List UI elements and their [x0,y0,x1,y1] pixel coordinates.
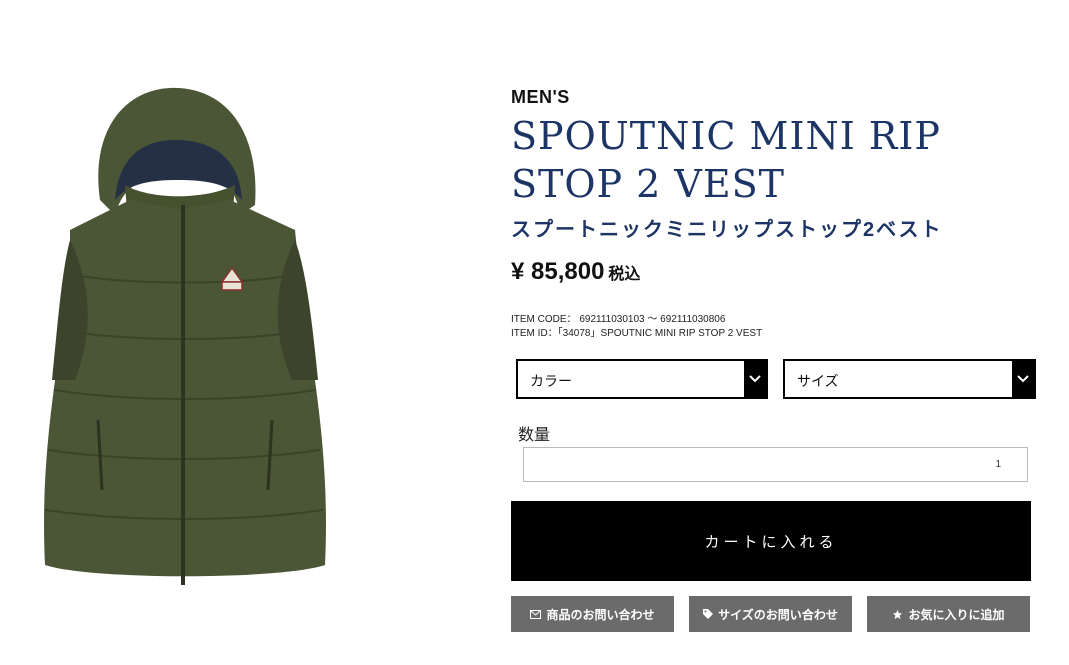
size-select-label: サイズ [797,373,839,389]
product-inquiry-label: 商品のお問い合わせ [546,607,655,622]
product-info: MEN'S SPOUTNIC MINI RIP STOP 2 VEST スプート… [511,0,1041,665]
chevron-down-icon [1012,361,1034,397]
envelope-icon [530,609,542,619]
product-title-ja: スプートニックミニリップストップ2ベスト [511,219,943,241]
size-select[interactable]: サイズ [783,359,1036,399]
size-inquiry-button[interactable]: サイズのお問い合わせ [689,596,852,632]
product-price: ¥ 85,800 税込 [511,258,640,286]
price-value: ¥ 85,800 [511,258,605,285]
star-icon [892,609,903,620]
quantity-label: 数量 [518,427,551,444]
product-category: MEN'S [511,87,570,107]
add-favorite-button[interactable]: お気に入りに追加 [867,596,1030,632]
size-inquiry-label: サイズのお問い合わせ [718,607,838,622]
product-inquiry-button[interactable]: 商品のお問い合わせ [511,596,674,632]
add-favorite-label: お気に入りに追加 [908,607,1005,622]
color-select-label: カラー [530,373,572,389]
chevron-down-icon [744,361,766,397]
add-to-cart-button[interactable]: カートに入れる [511,501,1031,581]
color-select[interactable]: カラー [516,359,768,399]
tax-label: 税込 [608,266,641,283]
quantity-input[interactable]: 1 [523,447,1028,482]
product-title: SPOUTNIC MINI RIP STOP 2 VEST [511,114,941,206]
item-id: ITEM ID：「34078」SPOUTNIC MINI RIP STOP 2 … [511,328,763,339]
item-code: ITEM CODE： 692111030103 〜 692111030806 [511,314,726,325]
vest-illustration [44,87,326,585]
tag-icon [703,609,714,619]
product-codes: ITEM CODE： 692111030103 〜 692111030806 I… [511,313,762,341]
product-image [30,80,340,590]
